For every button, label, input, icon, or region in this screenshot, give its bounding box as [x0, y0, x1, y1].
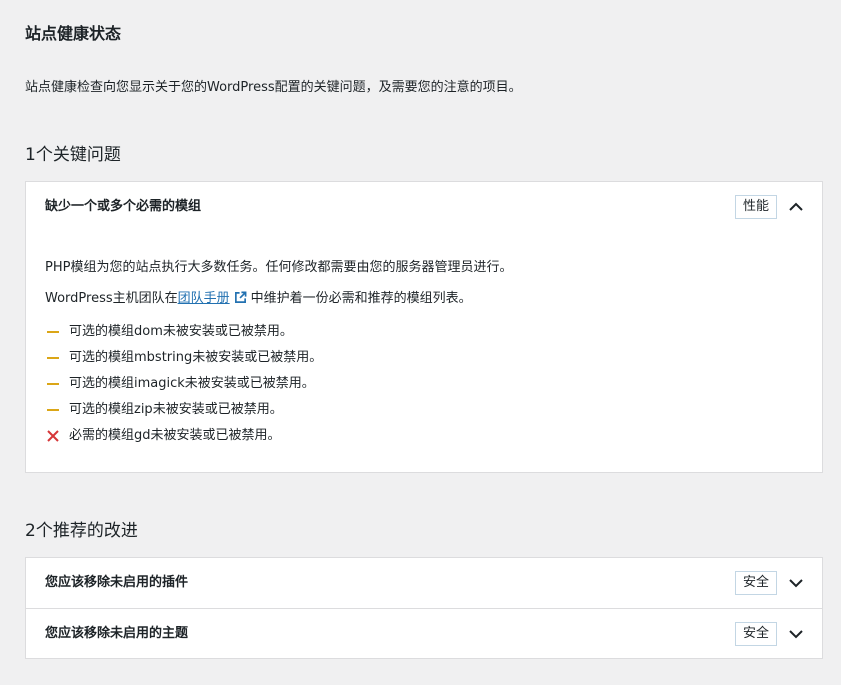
critical-issue-title: 缺少一个或多个必需的模组 — [45, 199, 202, 214]
critical-issues-heading: 1个关键问题 — [25, 145, 121, 165]
error-cross-icon — [47, 430, 59, 442]
critical-issue-toggle[interactable]: 缺少一个或多个必需的模组 性能 — [26, 182, 822, 232]
module-item-gd: 必需的模组gd未被安装或已被禁用。 — [45, 426, 281, 446]
chevron-down-icon[interactable] — [788, 575, 804, 591]
team-handbook-link[interactable]: 团队手册 — [178, 291, 230, 306]
external-link-icon — [234, 291, 247, 303]
recommended-item-inactive-themes[interactable]: 您应该移除未启用的主题 安全 — [26, 609, 822, 659]
module-item-text: 可选的模组zip未被安装或已被禁用。 — [69, 402, 283, 417]
page-title: 站点健康状态 — [25, 24, 122, 43]
performance-badge: 性能 — [734, 195, 777, 219]
warning-dash-icon — [47, 409, 59, 411]
recommended-item-title: 您应该移除未启用的插件 — [45, 575, 189, 590]
security-badge: 安全 — [734, 571, 777, 595]
hosting-team-paragraph: WordPress主机团队在团队手册 中维护着一份必需和推荐的模组列表。 — [45, 289, 472, 309]
module-item-zip: 可选的模组zip未被安装或已被禁用。 — [45, 400, 283, 420]
site-health-status-page: 站点健康状态 站点健康检查向您显示关于您的WordPress配置的关键问题，及需… — [0, 0, 841, 685]
modules-description: PHP模组为您的站点执行大多数任务。任何修改都需要由您的服务器管理员进行。 — [45, 260, 513, 275]
critical-issue-panel: 缺少一个或多个必需的模组 性能 PHP模组为您的站点执行大多数任务。任何修改都需… — [25, 181, 823, 473]
chevron-up-icon[interactable] — [788, 199, 804, 215]
module-item-text: 必需的模组gd未被安装或已被禁用。 — [69, 428, 281, 443]
recommended-panel: 您应该移除未启用的插件 安全 您应该移除未启用的主题 安全 — [25, 557, 823, 659]
security-badge: 安全 — [734, 622, 777, 646]
warning-dash-icon — [47, 331, 59, 333]
hosting-text-before: WordPress主机团队在 — [45, 291, 178, 306]
module-item-imagick: 可选的模组imagick未被安装或已被禁用。 — [45, 374, 315, 394]
module-item-text: 可选的模组imagick未被安装或已被禁用。 — [69, 376, 315, 391]
recommended-heading: 2个推荐的改进 — [25, 521, 138, 541]
chevron-down-icon[interactable] — [788, 626, 804, 642]
module-item-text: 可选的模组dom未被安装或已被禁用。 — [69, 324, 293, 339]
page-description: 站点健康检查向您显示关于您的WordPress配置的关键问题，及需要您的注意的项… — [25, 80, 522, 95]
recommended-item-inactive-plugins[interactable]: 您应该移除未启用的插件 安全 — [26, 558, 822, 608]
module-item-dom: 可选的模组dom未被安装或已被禁用。 — [45, 322, 293, 342]
warning-dash-icon — [47, 357, 59, 359]
recommended-item-title: 您应该移除未启用的主题 — [45, 626, 189, 641]
module-item-text: 可选的模组mbstring未被安装或已被禁用。 — [69, 350, 323, 365]
warning-dash-icon — [47, 383, 59, 385]
module-item-mbstring: 可选的模组mbstring未被安装或已被禁用。 — [45, 348, 322, 368]
hosting-text-after: 中维护着一份必需和推荐的模组列表。 — [250, 291, 472, 306]
